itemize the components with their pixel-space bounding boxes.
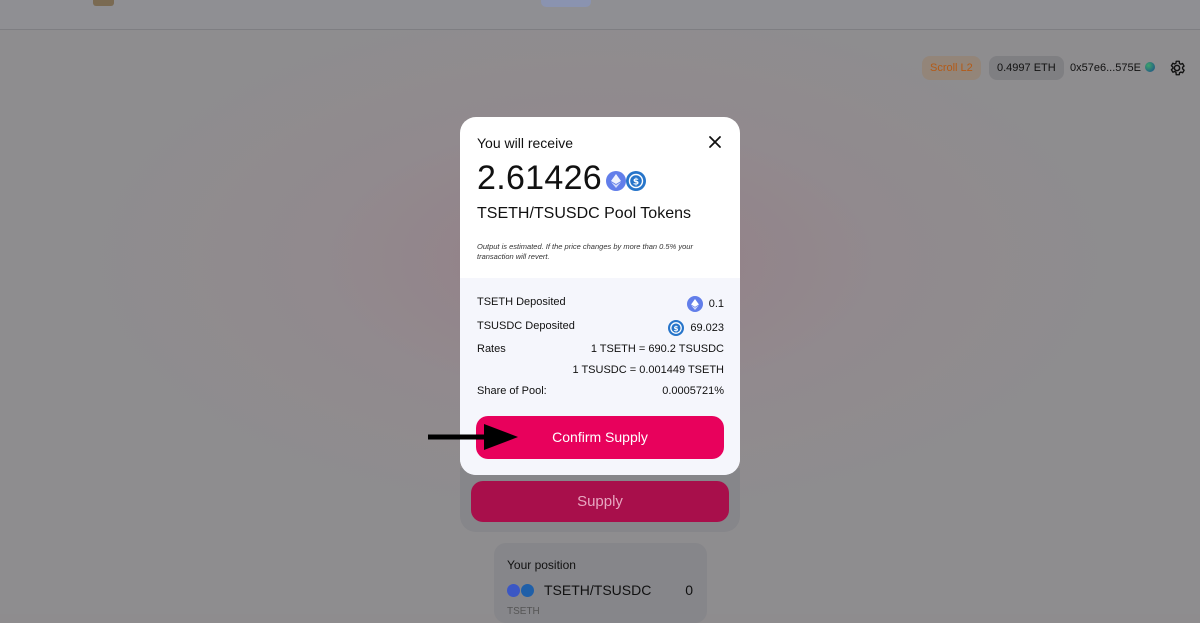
app-logo[interactable] — [93, 0, 114, 6]
usdc-icon — [521, 583, 534, 597]
settings-gear-icon[interactable] — [1168, 59, 1186, 77]
detail-value: 1 TSUSDC = 0.001449 TSETH — [572, 364, 724, 376]
usdc-icon: $ — [626, 171, 646, 191]
eth-balance: 0.4997 ETH — [989, 56, 1064, 80]
supply-button[interactable]: Supply — [471, 481, 729, 522]
slippage-note: Output is estimated. If the price change… — [477, 242, 693, 261]
position-sub-label: TSETH — [507, 606, 540, 617]
detail-label: Rates — [477, 343, 506, 355]
position-pair: TSETH/TSUSDC — [507, 582, 651, 598]
pointer-arrow-icon — [428, 424, 518, 450]
receive-amount: 2.61426 — [477, 159, 603, 197]
svg-text:$: $ — [633, 178, 639, 188]
detail-value: 69.023 — [690, 322, 724, 334]
wallet-address-text: 0x57e6...575E — [1070, 62, 1141, 74]
eth-icon — [507, 583, 520, 597]
detail-value: 0.0005721% — [662, 385, 724, 397]
usdc-icon: $ — [668, 320, 685, 336]
network-badge[interactable]: Scroll L2 — [922, 56, 981, 80]
eth-icon — [686, 296, 703, 312]
your-position-card: Your position TSETH/TSUSDC 0 TSETH — [494, 543, 707, 623]
detail-label: TSUSDC Deposited — [477, 320, 575, 332]
position-value: 0 — [685, 582, 693, 598]
detail-label: TSETH Deposited — [477, 296, 566, 308]
svg-text:$: $ — [674, 324, 679, 333]
wallet-address-button[interactable]: 0x57e6...575E — [1062, 56, 1163, 80]
eth-icon — [606, 171, 626, 191]
modal-title: You will receive — [477, 135, 573, 151]
active-nav-tab[interactable] — [541, 0, 591, 7]
position-title: Your position — [507, 558, 576, 572]
detail-value: 1 TSETH = 690.2 TSUSDC — [590, 343, 724, 355]
confirm-supply-modal: You will receive 2.61426 $ TSETH/TSUSDC … — [460, 117, 740, 475]
close-icon[interactable] — [707, 134, 723, 150]
wallet-avatar-icon — [1144, 62, 1155, 72]
pool-token-icons: $ — [606, 171, 646, 191]
pool-tokens-label: TSETH/TSUSDC Pool Tokens — [477, 205, 691, 222]
position-pair-label: TSETH/TSUSDC — [544, 582, 652, 598]
detail-label: Share of Pool: — [477, 385, 547, 397]
top-navigation-bar — [0, 0, 1200, 30]
detail-value: 0.1 — [708, 298, 724, 310]
